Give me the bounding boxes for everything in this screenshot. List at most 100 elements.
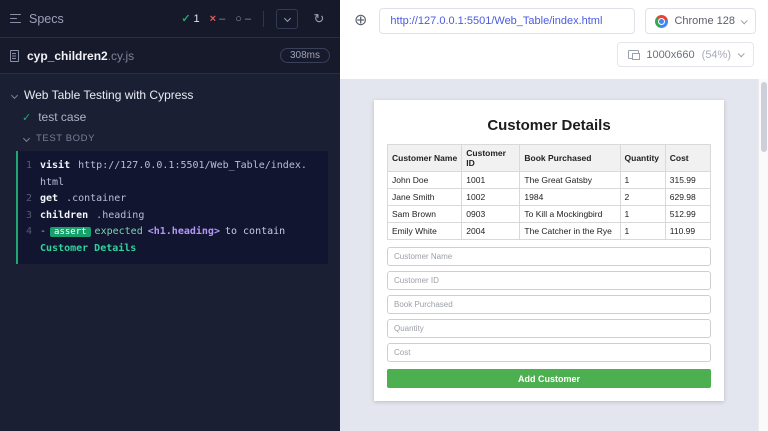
assert-prefix: - <box>40 226 47 237</box>
test-body-label: TEST BODY <box>36 133 96 144</box>
customer-id-field[interactable] <box>387 271 711 290</box>
book-purchased-field[interactable] <box>387 295 711 314</box>
cell: 1 <box>619 171 666 189</box>
command-number: 2 <box>25 193 32 204</box>
browser-select-button[interactable]: Chrome 128 <box>645 8 756 34</box>
selector-playground-button[interactable]: ⊕ <box>352 11 369 31</box>
add-customer-button[interactable]: Add Customer <box>387 369 711 388</box>
cell: The Great Gatsby <box>519 171 621 189</box>
scrollbar-thumb[interactable] <box>760 82 767 152</box>
customer-details-card: Customer Details Customer Name Customer … <box>374 100 724 401</box>
command-row-assert[interactable]: 4 - assert expected <h1.heading> to contain C… <box>22 224 322 257</box>
scrollbar[interactable] <box>758 79 768 431</box>
cell: 1002 <box>461 188 521 206</box>
failed-count: – <box>219 12 226 25</box>
circle-icon: ○ <box>235 12 242 25</box>
assert-badge: assert <box>50 227 91 237</box>
check-icon: ✓ <box>22 111 32 124</box>
viewport-size-label: 1000x660 <box>646 48 695 61</box>
command-args: http://127.0.0.1:5501/Web_Table/index.ht… <box>40 160 307 188</box>
test-body-row[interactable]: TEST BODY <box>8 128 332 149</box>
cell: 1 <box>619 205 666 223</box>
assert-expected: expected <box>94 226 143 237</box>
spec-duration-badge: 308ms <box>279 48 330 63</box>
passed-count: 1 <box>193 12 200 25</box>
command-number: 1 <box>25 160 32 171</box>
customer-name-field[interactable] <box>387 247 711 266</box>
stat-passed: ✓ 1 <box>181 12 200 26</box>
table-header-row: Customer Name Customer ID Book Purchased… <box>386 144 712 172</box>
command-method: get <box>40 193 59 204</box>
command-args: .heading <box>96 209 145 221</box>
spec-file-row[interactable]: cyp_children2.cy.js 308ms <box>0 38 340 74</box>
cell: John Doe <box>386 171 463 189</box>
command-number: 4 <box>25 226 32 237</box>
command-row-get[interactable]: 2 get .container <box>22 191 322 208</box>
chrome-icon <box>655 14 669 28</box>
test-stats: ✓ 1 × – ○ – ↻ <box>181 8 330 29</box>
url-row: ⊕ Chrome 128 <box>352 8 756 34</box>
table-row: John Doe 1001 The Great Gatsby 1 315.99 <box>386 171 712 189</box>
cell: 315.99 <box>664 171 712 189</box>
cell: Emily White <box>386 222 463 240</box>
command-method: children <box>40 209 89 221</box>
test-name: test case <box>38 110 87 124</box>
crosshair-icon: ⊕ <box>354 12 368 29</box>
col-customer-name: Customer Name <box>386 144 463 172</box>
table-row: Emily White 2004 The Catcher in the Rye … <box>386 222 712 240</box>
table-row: Sam Brown 0903 To Kill a Mockingbird 1 5… <box>386 205 712 223</box>
suite-title: Web Table Testing with Cypress <box>24 88 194 102</box>
cell: Sam Brown <box>386 205 463 223</box>
spec-ext-text: .cy.js <box>107 48 135 63</box>
cell: 1001 <box>461 171 521 189</box>
assert-subject: <h1.heading> <box>147 226 220 237</box>
cypress-reporter-panel: Specs ✓ 1 × – ○ – ↻ cyp_children2.cy.js … <box>0 0 340 431</box>
col-book-purchased: Book Purchased <box>519 144 621 172</box>
divider <box>263 10 264 27</box>
reload-icon: ↻ <box>313 11 325 26</box>
chevron-down-icon <box>283 14 291 23</box>
pending-count: – <box>244 12 251 25</box>
cell: 2004 <box>461 222 521 240</box>
chevron-down-icon <box>737 50 745 58</box>
suite-row[interactable]: Web Table Testing with Cypress <box>8 84 332 106</box>
command-content: - assert expected <h1.heading> to contain Cus… <box>40 224 322 257</box>
specs-title: Specs <box>29 11 64 26</box>
cell: 629.98 <box>664 188 712 206</box>
table-row: Jane Smith 1002 1984 2 629.98 <box>386 188 712 206</box>
command-list: 1 visit http://127.0.0.1:5501/Web_Table/i… <box>16 151 328 264</box>
command-row-children[interactable]: 3 children .heading <box>22 208 322 225</box>
app-viewport: Customer Details Customer Name Customer … <box>340 79 758 431</box>
cost-field[interactable] <box>387 343 711 362</box>
quantity-field[interactable] <box>387 319 711 338</box>
customer-table: Customer Name Customer ID Book Purchased… <box>386 144 712 240</box>
command-number: 3 <box>25 209 32 221</box>
preferences-dropdown-button[interactable] <box>276 8 298 29</box>
col-cost: Cost <box>664 144 712 172</box>
spec-file-name: cyp_children2.cy.js <box>27 49 134 63</box>
col-quantity: Quantity <box>619 144 666 172</box>
cell: 1 <box>619 222 666 240</box>
viewport-select-button[interactable]: 1000x660 (54%) <box>617 42 754 67</box>
page-title: Customer Details <box>487 117 611 134</box>
browser-toolbar: ⊕ Chrome 128 1000x660 (54%) <box>340 0 768 79</box>
collapse-specs-icon[interactable] <box>10 13 21 24</box>
reload-tests-button[interactable]: ↻ <box>308 9 330 29</box>
cell: To Kill a Mockingbird <box>519 205 621 223</box>
cell: 0903 <box>461 205 521 223</box>
command-row-visit[interactable]: 1 visit http://127.0.0.1:5501/Web_Table/i… <box>22 158 322 191</box>
browser-select-label: Chrome 128 <box>674 15 735 27</box>
check-icon: ✓ <box>181 13 191 25</box>
test-row[interactable]: ✓ test case <box>8 106 332 128</box>
viewport-row: 1000x660 (54%) <box>352 34 756 73</box>
cell: Jane Smith <box>386 188 463 206</box>
command-args: .container <box>66 193 127 204</box>
chevron-down-icon <box>10 91 19 99</box>
command-content: children .heading <box>40 208 322 225</box>
url-input[interactable] <box>379 8 636 34</box>
specs-header: Specs ✓ 1 × – ○ – ↻ <box>0 0 340 38</box>
cell: The Catcher in the Rye <box>519 222 621 240</box>
assert-value: Customer Details <box>40 242 137 254</box>
command-method: visit <box>40 160 71 171</box>
command-content: get .container <box>40 191 322 208</box>
